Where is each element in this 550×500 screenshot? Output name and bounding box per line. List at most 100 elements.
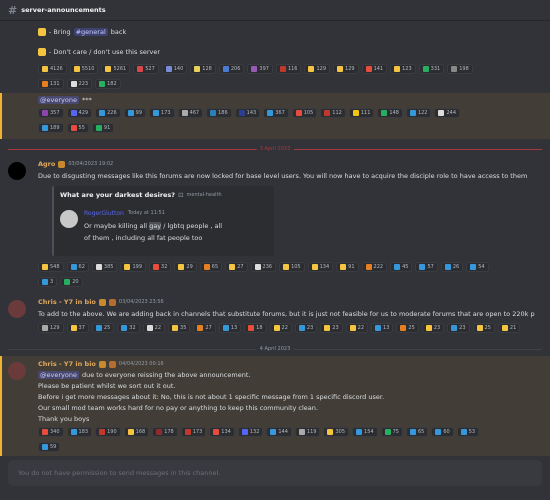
everyone-mention[interactable]: @everyone bbox=[38, 96, 79, 104]
reaction-emoji[interactable]: 59 bbox=[38, 442, 61, 452]
reaction-emoji[interactable]: 105 bbox=[279, 262, 305, 272]
author-name[interactable]: Chris - Y7 in bio bbox=[38, 360, 96, 368]
reaction-flag[interactable]: 331 bbox=[418, 64, 445, 74]
reaction-flag[interactable]: 186 bbox=[206, 108, 232, 118]
reaction-flag[interactable]: 26 bbox=[440, 262, 464, 272]
reaction-emoji[interactable]: 223 bbox=[66, 79, 93, 89]
reaction-flag[interactable]: 112 bbox=[320, 108, 346, 118]
reaction-emoji[interactable]: 199 bbox=[120, 262, 147, 272]
forwarded-post-embed[interactable]: What are your darkest desires? ⊡ mental-… bbox=[52, 186, 274, 256]
reaction-flag[interactable]: 182 bbox=[95, 79, 121, 89]
reaction-flag[interactable]: 25 bbox=[91, 323, 115, 333]
reaction-flag[interactable]: 55 bbox=[66, 123, 89, 133]
reaction-emoji[interactable]: 91 bbox=[336, 262, 359, 272]
reaction-flag[interactable]: 54 bbox=[466, 262, 489, 272]
reaction-flag[interactable]: 62 bbox=[66, 262, 89, 272]
reaction-emoji[interactable]: 20 bbox=[60, 277, 83, 287]
reaction-emoji[interactable]: 25 bbox=[396, 323, 419, 333]
reaction-shrug[interactable]: 5261 bbox=[101, 64, 131, 74]
reaction-emoji[interactable]: 29 bbox=[174, 262, 197, 272]
reaction-emoji[interactable]: 25 bbox=[472, 323, 495, 333]
reaction-flag[interactable]: 65 bbox=[405, 427, 429, 437]
reaction-emoji[interactable]: 22 bbox=[269, 323, 292, 333]
reaction-flag[interactable]: 189 bbox=[38, 123, 64, 133]
reaction-emoji[interactable]: 397 bbox=[247, 64, 273, 74]
reaction-flag[interactable]: 190 bbox=[95, 427, 121, 437]
reaction-emoji[interactable]: 357 bbox=[38, 108, 64, 118]
reaction-flag[interactable]: 340 bbox=[38, 427, 64, 437]
reaction-emoji[interactable]: 429 bbox=[66, 108, 93, 118]
reaction-emoji[interactable]: 21 bbox=[497, 323, 521, 333]
reaction-emoji[interactable]: 32 bbox=[149, 262, 172, 272]
reaction-emoji[interactable]: 236 bbox=[250, 262, 277, 272]
reaction-flag[interactable]: 183 bbox=[66, 427, 93, 437]
reaction-flag[interactable]: 178 bbox=[152, 427, 178, 437]
reaction-emoji[interactable]: 129 bbox=[38, 323, 64, 333]
reaction-emoji[interactable]: 129 bbox=[333, 64, 359, 74]
reaction-emoji[interactable]: 91 bbox=[91, 123, 115, 133]
reaction-emoji[interactable]: 140 bbox=[161, 64, 188, 74]
reaction-emoji[interactable]: 35 bbox=[168, 323, 191, 333]
author-name[interactable]: Agro bbox=[38, 160, 55, 168]
reaction-flag[interactable]: 198 bbox=[447, 64, 473, 74]
reaction-flag[interactable]: 111 bbox=[348, 108, 375, 118]
reaction-emoji[interactable]: 154 bbox=[352, 427, 378, 437]
reaction-emoji[interactable]: 3 bbox=[38, 277, 58, 287]
inner-author[interactable]: RogerGlutton bbox=[84, 210, 124, 217]
reaction-emoji[interactable]: 132 bbox=[237, 427, 264, 437]
reaction-flag[interactable]: 173 bbox=[180, 427, 207, 437]
reaction-emoji[interactable]: 22 bbox=[345, 323, 369, 333]
reaction-emoji[interactable]: 27 bbox=[193, 323, 216, 333]
reaction-flag[interactable]: 60 bbox=[431, 427, 454, 437]
reaction-emoji[interactable]: 134 bbox=[209, 427, 235, 437]
avatar[interactable] bbox=[8, 162, 26, 180]
reaction-emoji[interactable]: 244 bbox=[434, 108, 461, 118]
avatar[interactable] bbox=[8, 362, 26, 380]
reaction-flag[interactable]: 13 bbox=[371, 323, 394, 333]
reaction-emoji[interactable]: 467 bbox=[177, 108, 204, 118]
reaction-flag[interactable]: 226 bbox=[95, 108, 121, 118]
reaction-thumbs-down[interactable]: 5510 bbox=[69, 64, 99, 74]
reaction-emoji[interactable]: 173 bbox=[149, 108, 175, 118]
reaction-emoji[interactable]: 37 bbox=[66, 323, 89, 333]
reaction-emoji[interactable]: 385 bbox=[91, 262, 118, 272]
reaction-flag[interactable]: 22 bbox=[142, 323, 166, 333]
reaction-emoji[interactable]: 128 bbox=[190, 64, 216, 74]
reaction-flag[interactable]: 45 bbox=[390, 262, 413, 272]
reaction-emoji[interactable]: 134 bbox=[307, 262, 334, 272]
reaction-emoji[interactable]: 222 bbox=[361, 262, 388, 272]
reaction-emoji[interactable]: 548 bbox=[38, 262, 64, 272]
reaction-flag[interactable]: 527 bbox=[133, 64, 159, 74]
reaction-flag[interactable]: 65 bbox=[199, 262, 223, 272]
reaction-flag[interactable]: 53 bbox=[456, 427, 480, 437]
reaction-emoji[interactable]: 144 bbox=[266, 427, 292, 437]
reaction-emoji[interactable]: 367 bbox=[263, 108, 289, 118]
reaction-emoji[interactable]: 32 bbox=[117, 323, 140, 333]
everyone-mention[interactable]: @everyone bbox=[38, 371, 79, 379]
message-input[interactable]: You do not have permission to send messa… bbox=[8, 460, 542, 486]
reaction-flag[interactable]: 13 bbox=[218, 323, 242, 333]
reaction-emoji[interactable]: 131 bbox=[38, 79, 64, 89]
reaction-flag[interactable]: 141 bbox=[361, 64, 388, 74]
reaction-emoji[interactable]: 119 bbox=[294, 427, 321, 437]
reaction-flag[interactable]: 105 bbox=[291, 108, 318, 118]
reaction-flag[interactable]: 23 bbox=[294, 323, 318, 333]
reaction-flag[interactable]: 57 bbox=[415, 262, 438, 272]
reaction-thumbs-up[interactable]: 4126 bbox=[38, 64, 67, 74]
author-name[interactable]: Chris - Y7 in bio bbox=[38, 298, 96, 306]
reaction-emoji[interactable]: 305 bbox=[323, 427, 350, 437]
reaction-emoji[interactable]: 27 bbox=[225, 262, 248, 272]
avatar[interactable] bbox=[8, 300, 26, 318]
reaction-flag[interactable]: 75 bbox=[380, 427, 403, 437]
reaction-flag[interactable]: 143 bbox=[234, 108, 261, 118]
reaction-flag[interactable]: 18 bbox=[244, 323, 267, 333]
reaction-flag[interactable]: 116 bbox=[275, 64, 302, 74]
channel-mention-general[interactable]: #general bbox=[73, 28, 108, 36]
reaction-emoji[interactable]: 99 bbox=[123, 108, 147, 118]
reaction-flag[interactable]: 122 bbox=[405, 108, 432, 118]
reaction-emoji[interactable]: 123 bbox=[390, 64, 416, 74]
reaction-flag[interactable]: 148 bbox=[377, 108, 403, 118]
reaction-flag[interactable]: 23 bbox=[447, 323, 470, 333]
reaction-flag[interactable]: 206 bbox=[218, 64, 245, 74]
reaction-emoji[interactable]: 23 bbox=[421, 323, 445, 333]
